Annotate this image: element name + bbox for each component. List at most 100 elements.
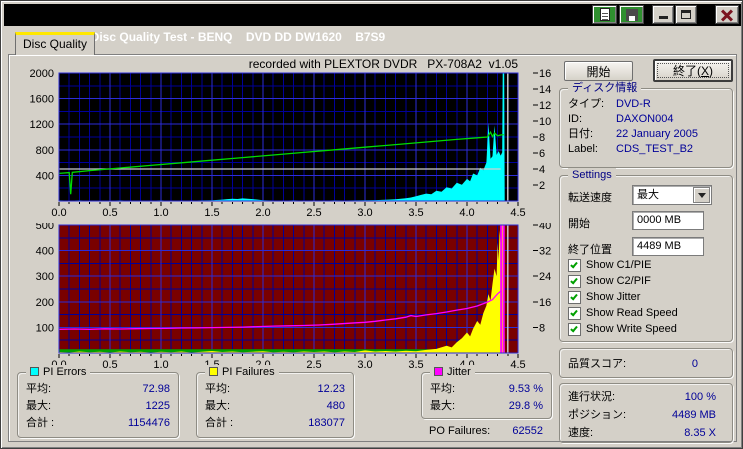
svg-text:1.0: 1.0 — [153, 359, 168, 371]
end-position-field[interactable]: 4489 MB — [632, 237, 704, 256]
disc-label-label: Label: — [568, 143, 598, 155]
pi-failures-swatch-icon — [209, 367, 218, 376]
disc-date-value: 22 January 2005 — [616, 128, 698, 140]
focus-rect: 終了(X) — [657, 63, 729, 78]
stat-value: 12.23 — [317, 383, 345, 395]
pif-jitter-chart: 1002003004005008162432400.00.51.01.52.02… — [36, 223, 552, 371]
position-label: ポジション: — [568, 409, 627, 421]
stat-value: 72.98 — [142, 383, 170, 395]
chevron-down-icon — [697, 192, 706, 198]
stat-label: 平均: — [205, 383, 231, 395]
checkbox-show-c1-pie[interactable]: Show C1/PIE — [568, 258, 651, 272]
progress-label: 進行状況: — [568, 391, 616, 403]
exit-button[interactable]: 終了(X) — [653, 59, 733, 82]
speed-value: 8.35 X — [684, 427, 716, 439]
floppy-icon — [625, 8, 638, 21]
svg-text:200: 200 — [36, 297, 54, 309]
app-window: CD Speed : Disc Quality Test - BENQ DVD … — [0, 0, 743, 449]
checkbox-show-c2-pif[interactable]: Show C2/PIF — [568, 274, 651, 288]
svg-text:10: 10 — [539, 116, 551, 128]
svg-text:2.5: 2.5 — [306, 207, 321, 219]
svg-text:300: 300 — [36, 271, 54, 283]
position-value: 4489 MB — [671, 409, 716, 421]
svg-text:8: 8 — [539, 132, 545, 144]
stat-value: 1225 — [145, 400, 170, 412]
svg-text:1.0: 1.0 — [153, 207, 168, 219]
maximize-button[interactable] — [675, 5, 697, 24]
close-icon — [721, 9, 733, 21]
jitter-swatch-icon — [434, 367, 443, 376]
svg-text:1200: 1200 — [30, 119, 54, 131]
svg-text:2: 2 — [539, 180, 545, 192]
settings-title: Settings — [568, 168, 616, 182]
results-button[interactable] — [592, 5, 617, 24]
pi-failures-legend: PI Failures 平均: 12.23 最大: 480 合計 : 183077 — [196, 365, 354, 438]
stat-value: 29.8 % — [508, 400, 543, 412]
stat-label: 最大: — [26, 400, 52, 412]
svg-text:40: 40 — [539, 223, 551, 232]
checkbox-show-jitter[interactable]: Show Jitter — [568, 290, 640, 304]
checkbox-show-write-speed[interactable]: Show Write Speed — [568, 322, 677, 336]
stat-value: 480 — [326, 400, 345, 412]
maximize-icon — [681, 10, 691, 19]
start-position-field[interactable]: 0000 MB — [632, 211, 704, 230]
stat-label: 最大: — [205, 400, 231, 412]
transfer-speed-label: 転送速度 — [568, 192, 612, 204]
stat-label: 平均: — [26, 383, 52, 395]
start-position-label: 開始 — [568, 218, 590, 230]
stat-value: 9.53 % — [508, 383, 543, 395]
checkmark-icon — [570, 292, 578, 300]
tab-disc-quality[interactable]: Disc Quality — [15, 32, 95, 55]
quality-score-group: 品質スコア: 0 — [559, 348, 733, 378]
transfer-speed-value: 最大 — [637, 189, 659, 201]
close-button[interactable] — [715, 5, 739, 24]
svg-text:4: 4 — [539, 164, 545, 176]
svg-text:32: 32 — [539, 246, 551, 258]
svg-text:4.5: 4.5 — [510, 359, 525, 371]
svg-text:3.5: 3.5 — [408, 207, 423, 219]
save-button[interactable] — [619, 5, 644, 24]
disc-label-value: CDS_TEST_B2 — [616, 143, 694, 155]
svg-text:recorded with PLEXTOR DVDR P: recorded with PLEXTOR DVDR PX-708A2 v1.0… — [249, 57, 519, 71]
checkbox-label: Show Write Speed — [586, 323, 677, 335]
svg-text:8: 8 — [539, 322, 545, 334]
quality-score-label: 品質スコア: — [568, 358, 627, 370]
svg-text:1600: 1600 — [30, 94, 54, 106]
combo-dropdown-button[interactable] — [693, 187, 710, 203]
legend-title: Jitter — [447, 366, 471, 378]
start-position-value: 0000 MB — [637, 214, 682, 226]
svg-text:6: 6 — [539, 148, 545, 160]
checkbox-icon — [568, 290, 581, 304]
svg-text:1.5: 1.5 — [204, 207, 219, 219]
checkbox-icon — [568, 322, 581, 336]
po-failures-row: PO Failures: 62552 — [429, 424, 543, 438]
document-icon — [599, 8, 610, 21]
po-failures-value: 62552 — [512, 425, 543, 437]
svg-text:12: 12 — [539, 100, 551, 112]
checkbox-show-read-speed[interactable]: Show Read Speed — [568, 306, 678, 320]
minimize-button[interactable] — [652, 5, 674, 24]
svg-text:4.0: 4.0 — [459, 207, 474, 219]
svg-text:24: 24 — [539, 271, 551, 283]
settings-group: Settings 転送速度 最大 開始 0000 MB 終了位置 4489 MB… — [559, 168, 733, 342]
checkmark-icon — [570, 324, 578, 332]
svg-text:16: 16 — [539, 68, 551, 80]
svg-text:14: 14 — [539, 84, 551, 96]
disc-info-group: ディスク情報 タイプ: DVD-R ID: DAXON004 日付: 22 Janua… — [559, 81, 733, 168]
transfer-speed-select[interactable]: 最大 — [632, 185, 712, 205]
svg-text:2000: 2000 — [30, 68, 54, 80]
svg-text:100: 100 — [36, 322, 54, 334]
stat-label: 平均: — [430, 383, 456, 395]
svg-text:3.0: 3.0 — [357, 359, 372, 371]
svg-text:0.5: 0.5 — [102, 207, 117, 219]
start-button[interactable]: 開始 — [564, 61, 633, 81]
checkmark-icon — [570, 276, 578, 284]
svg-text:3.5: 3.5 — [408, 359, 423, 371]
pie-speed-chart: 400 800 1200 1600 2000 2 4 6 8 10 12 14 16 0.0 0.5 1.0 1… — [30, 57, 552, 219]
stat-label: 合計 : — [26, 417, 55, 429]
checkmark-icon — [570, 260, 578, 268]
tab-label: Disc Quality — [22, 37, 87, 51]
start-button-label: 開始 — [586, 64, 611, 79]
stat-label: 合計 : — [205, 417, 234, 429]
progress-value: 100 % — [684, 391, 716, 403]
